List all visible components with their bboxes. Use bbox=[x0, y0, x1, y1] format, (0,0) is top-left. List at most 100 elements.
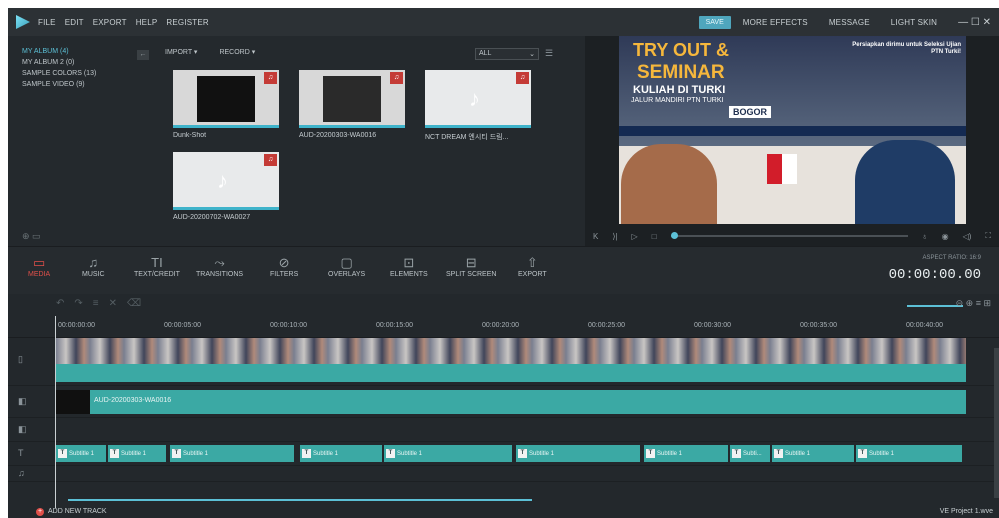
message-button[interactable]: MESSAGE bbox=[829, 18, 870, 27]
media-library: MY ALBUM (4) MY ALBUM 2 (0) SAMPLE COLOR… bbox=[8, 36, 585, 246]
media-clip[interactable]: ♫ AUD-20200303-WA0016 bbox=[299, 70, 405, 139]
tab-export[interactable]: ⇧ EXPORT bbox=[518, 255, 547, 278]
fullscreen-icon[interactable]: ⛶ bbox=[985, 231, 991, 241]
tab-text-credit[interactable]: TI TEXT/CREDIT bbox=[134, 255, 180, 278]
stop-icon[interactable]: □ bbox=[652, 232, 657, 241]
menu-edit[interactable]: EDIT bbox=[65, 18, 84, 27]
zoom-controls-icon[interactable]: ⊝ ⊕ ≡ ⊞ bbox=[956, 298, 991, 309]
subtitle-clip[interactable]: T Subtitle 1 bbox=[384, 445, 512, 462]
poster-title-3: KULIAH DI TURKI bbox=[633, 84, 726, 96]
edit-tool-icons[interactable]: ↶↷≡✕⌫ bbox=[56, 298, 151, 309]
audio-clip[interactable]: AUD-20200303-WA0016 bbox=[56, 390, 966, 414]
text-icon: T bbox=[518, 449, 527, 458]
filter-icon: ⊘ bbox=[278, 255, 290, 270]
progress-handle[interactable] bbox=[670, 232, 678, 239]
subtitle-clip[interactable]: T Subtitle 1 bbox=[108, 445, 166, 462]
text-icon: T bbox=[58, 449, 67, 458]
subtitle-clip[interactable]: T Subtitle 1 bbox=[856, 445, 962, 462]
clip-label: NCT DREAM 엔시티 드림... bbox=[425, 134, 509, 141]
more-effects-button[interactable]: MORE EFFECTS bbox=[743, 18, 808, 27]
tab-transitions[interactable]: ⤳ TRANSITIONS bbox=[196, 255, 243, 278]
record-button[interactable]: RECORD ▾ bbox=[219, 48, 255, 56]
tab-label: FILTERS bbox=[270, 271, 299, 278]
tab-filters[interactable]: ⊘ FILTERS bbox=[270, 255, 298, 278]
music-track-icon: ♫ bbox=[18, 468, 25, 478]
media-clip[interactable]: ♪ ♫ AUD-20200702-WA0027 bbox=[173, 152, 279, 221]
aspect-ratio[interactable]: ASPECT RATIO: 16:9 bbox=[923, 255, 981, 261]
tab-label: MEDIA bbox=[28, 271, 51, 278]
step-forward-icon[interactable]: ⟩| bbox=[612, 232, 617, 241]
playback-progress[interactable] bbox=[670, 232, 908, 239]
audio-badge-icon: ♫ bbox=[264, 154, 277, 166]
subtitle-label: Subtitle 1 bbox=[121, 450, 147, 457]
text-icon: T bbox=[858, 449, 867, 458]
text-track-icon: T bbox=[18, 448, 24, 458]
tab-split-screen[interactable]: ⊟ SPLIT SCREEN bbox=[446, 255, 496, 278]
light-skin-button[interactable]: LIGHT SKIN bbox=[891, 18, 937, 27]
preview-video[interactable]: TRY OUT & SEMINAR KULIAH DI TURKI JALUR … bbox=[619, 36, 966, 224]
subtitle-clip[interactable]: T Subtitle 1 bbox=[772, 445, 854, 462]
volume-icon[interactable]: ◁) bbox=[963, 232, 972, 241]
subtitle-clip[interactable]: T Subtitle 1 bbox=[170, 445, 294, 462]
preview-panel: TRY OUT & SEMINAR KULIAH DI TURKI JALUR … bbox=[585, 36, 999, 246]
horizontal-scrollbar[interactable] bbox=[68, 499, 532, 501]
play-icon[interactable]: ▷ bbox=[632, 232, 638, 241]
album-item[interactable]: SAMPLE COLORS (13) bbox=[22, 70, 153, 77]
import-button[interactable]: IMPORT ▾ bbox=[165, 48, 197, 56]
back-arrow-icon[interactable]: ← bbox=[137, 50, 149, 60]
tab-overlays[interactable]: ▢ OVERLAYS bbox=[328, 255, 365, 278]
ruler-tick: 00:00:40:00 bbox=[906, 322, 943, 329]
subtitle-clip[interactable]: T Subtitle 1 bbox=[644, 445, 728, 462]
transition-icon: ⤳ bbox=[214, 255, 225, 270]
voice-icon[interactable]: ♁ bbox=[922, 232, 928, 241]
filter-select[interactable]: ALL ⌄ bbox=[475, 48, 539, 60]
menu-register[interactable]: REGISTER bbox=[166, 18, 209, 27]
audio-badge-icon: ♫ bbox=[264, 72, 277, 84]
ruler-tick: 00:00:30:00 bbox=[694, 322, 731, 329]
add-track-label: ADD NEW TRACK bbox=[48, 508, 107, 515]
video-editor-window: FILE EDIT EXPORT HELP REGISTER SAVE MORE… bbox=[8, 8, 999, 518]
step-back-icon[interactable]: K bbox=[593, 232, 598, 241]
media-clip[interactable]: ♫ Dunk-Shot bbox=[173, 70, 279, 139]
playback-controls: K ⟩| ▷ □ ♁ ◉ ◁) ⛶ bbox=[585, 226, 999, 246]
filter-value: ALL bbox=[479, 50, 492, 57]
poster-title-2: SEMINAR bbox=[637, 62, 725, 83]
album-item[interactable]: MY ALBUM 2 (0) bbox=[22, 59, 153, 66]
tab-music[interactable]: ♫ MUSIC bbox=[82, 255, 105, 278]
menu-help[interactable]: HELP bbox=[136, 18, 158, 27]
media-clip[interactable]: ♪ ♫ NCT DREAM 엔시티 드림... bbox=[425, 70, 531, 142]
tab-elements[interactable]: ⊡ ELEMENTS bbox=[390, 255, 428, 278]
music-icon: ♫ bbox=[88, 255, 99, 270]
clip-thumbnail: ♪ ♫ bbox=[173, 152, 279, 210]
subtitle-clip[interactable]: T Subtitle 1 bbox=[516, 445, 640, 462]
subtitle-clip[interactable]: T Subtitle 1 bbox=[56, 445, 106, 462]
playhead[interactable] bbox=[55, 316, 56, 508]
subtitle-label: Subtitle 1 bbox=[313, 450, 339, 457]
overlay-track-icon: ◧ bbox=[18, 424, 27, 434]
list-view-icon[interactable]: ☰ bbox=[545, 48, 553, 59]
album-item[interactable]: MY ALBUM (4) bbox=[22, 48, 153, 55]
subtitle-clip[interactable]: T Subtitle 1 bbox=[300, 445, 382, 462]
zoom-slider[interactable] bbox=[907, 305, 963, 307]
vertical-scrollbar[interactable] bbox=[994, 348, 999, 498]
add-new-track-button[interactable]: + ADD NEW TRACK bbox=[36, 508, 107, 516]
poster-title-5: BOGOR bbox=[729, 106, 772, 118]
ruler-tick: 00:00:35:00 bbox=[800, 322, 837, 329]
video-track-icon: ▯ bbox=[18, 354, 23, 364]
save-button[interactable]: SAVE bbox=[698, 15, 731, 29]
menu-file[interactable]: FILE bbox=[38, 18, 56, 27]
window-controls[interactable]: — ☐ ✕ bbox=[958, 17, 991, 28]
subtitle-clip[interactable]: T Subti... bbox=[730, 445, 770, 462]
album-item[interactable]: SAMPLE VIDEO (9) bbox=[22, 81, 153, 88]
tab-media[interactable]: ▭ MEDIA bbox=[28, 255, 50, 278]
footer: + ADD NEW TRACK VE Project 1.wve bbox=[8, 508, 999, 518]
snapshot-icon[interactable]: ◉ bbox=[942, 232, 949, 241]
video-clip[interactable] bbox=[56, 338, 966, 382]
video-frame bbox=[197, 76, 255, 122]
add-album-icon[interactable]: ⊕ ▭ bbox=[22, 231, 41, 242]
menu-export[interactable]: EXPORT bbox=[93, 18, 127, 27]
subtitle-label: Subtitle 1 bbox=[785, 450, 811, 457]
timeline-ruler[interactable]: 00:00:00:00 00:00:05:00 00:00:10:00 00:0… bbox=[8, 316, 999, 338]
video-frame bbox=[323, 76, 381, 122]
clip-label: AUD-20200303-WA0016 bbox=[94, 397, 172, 404]
